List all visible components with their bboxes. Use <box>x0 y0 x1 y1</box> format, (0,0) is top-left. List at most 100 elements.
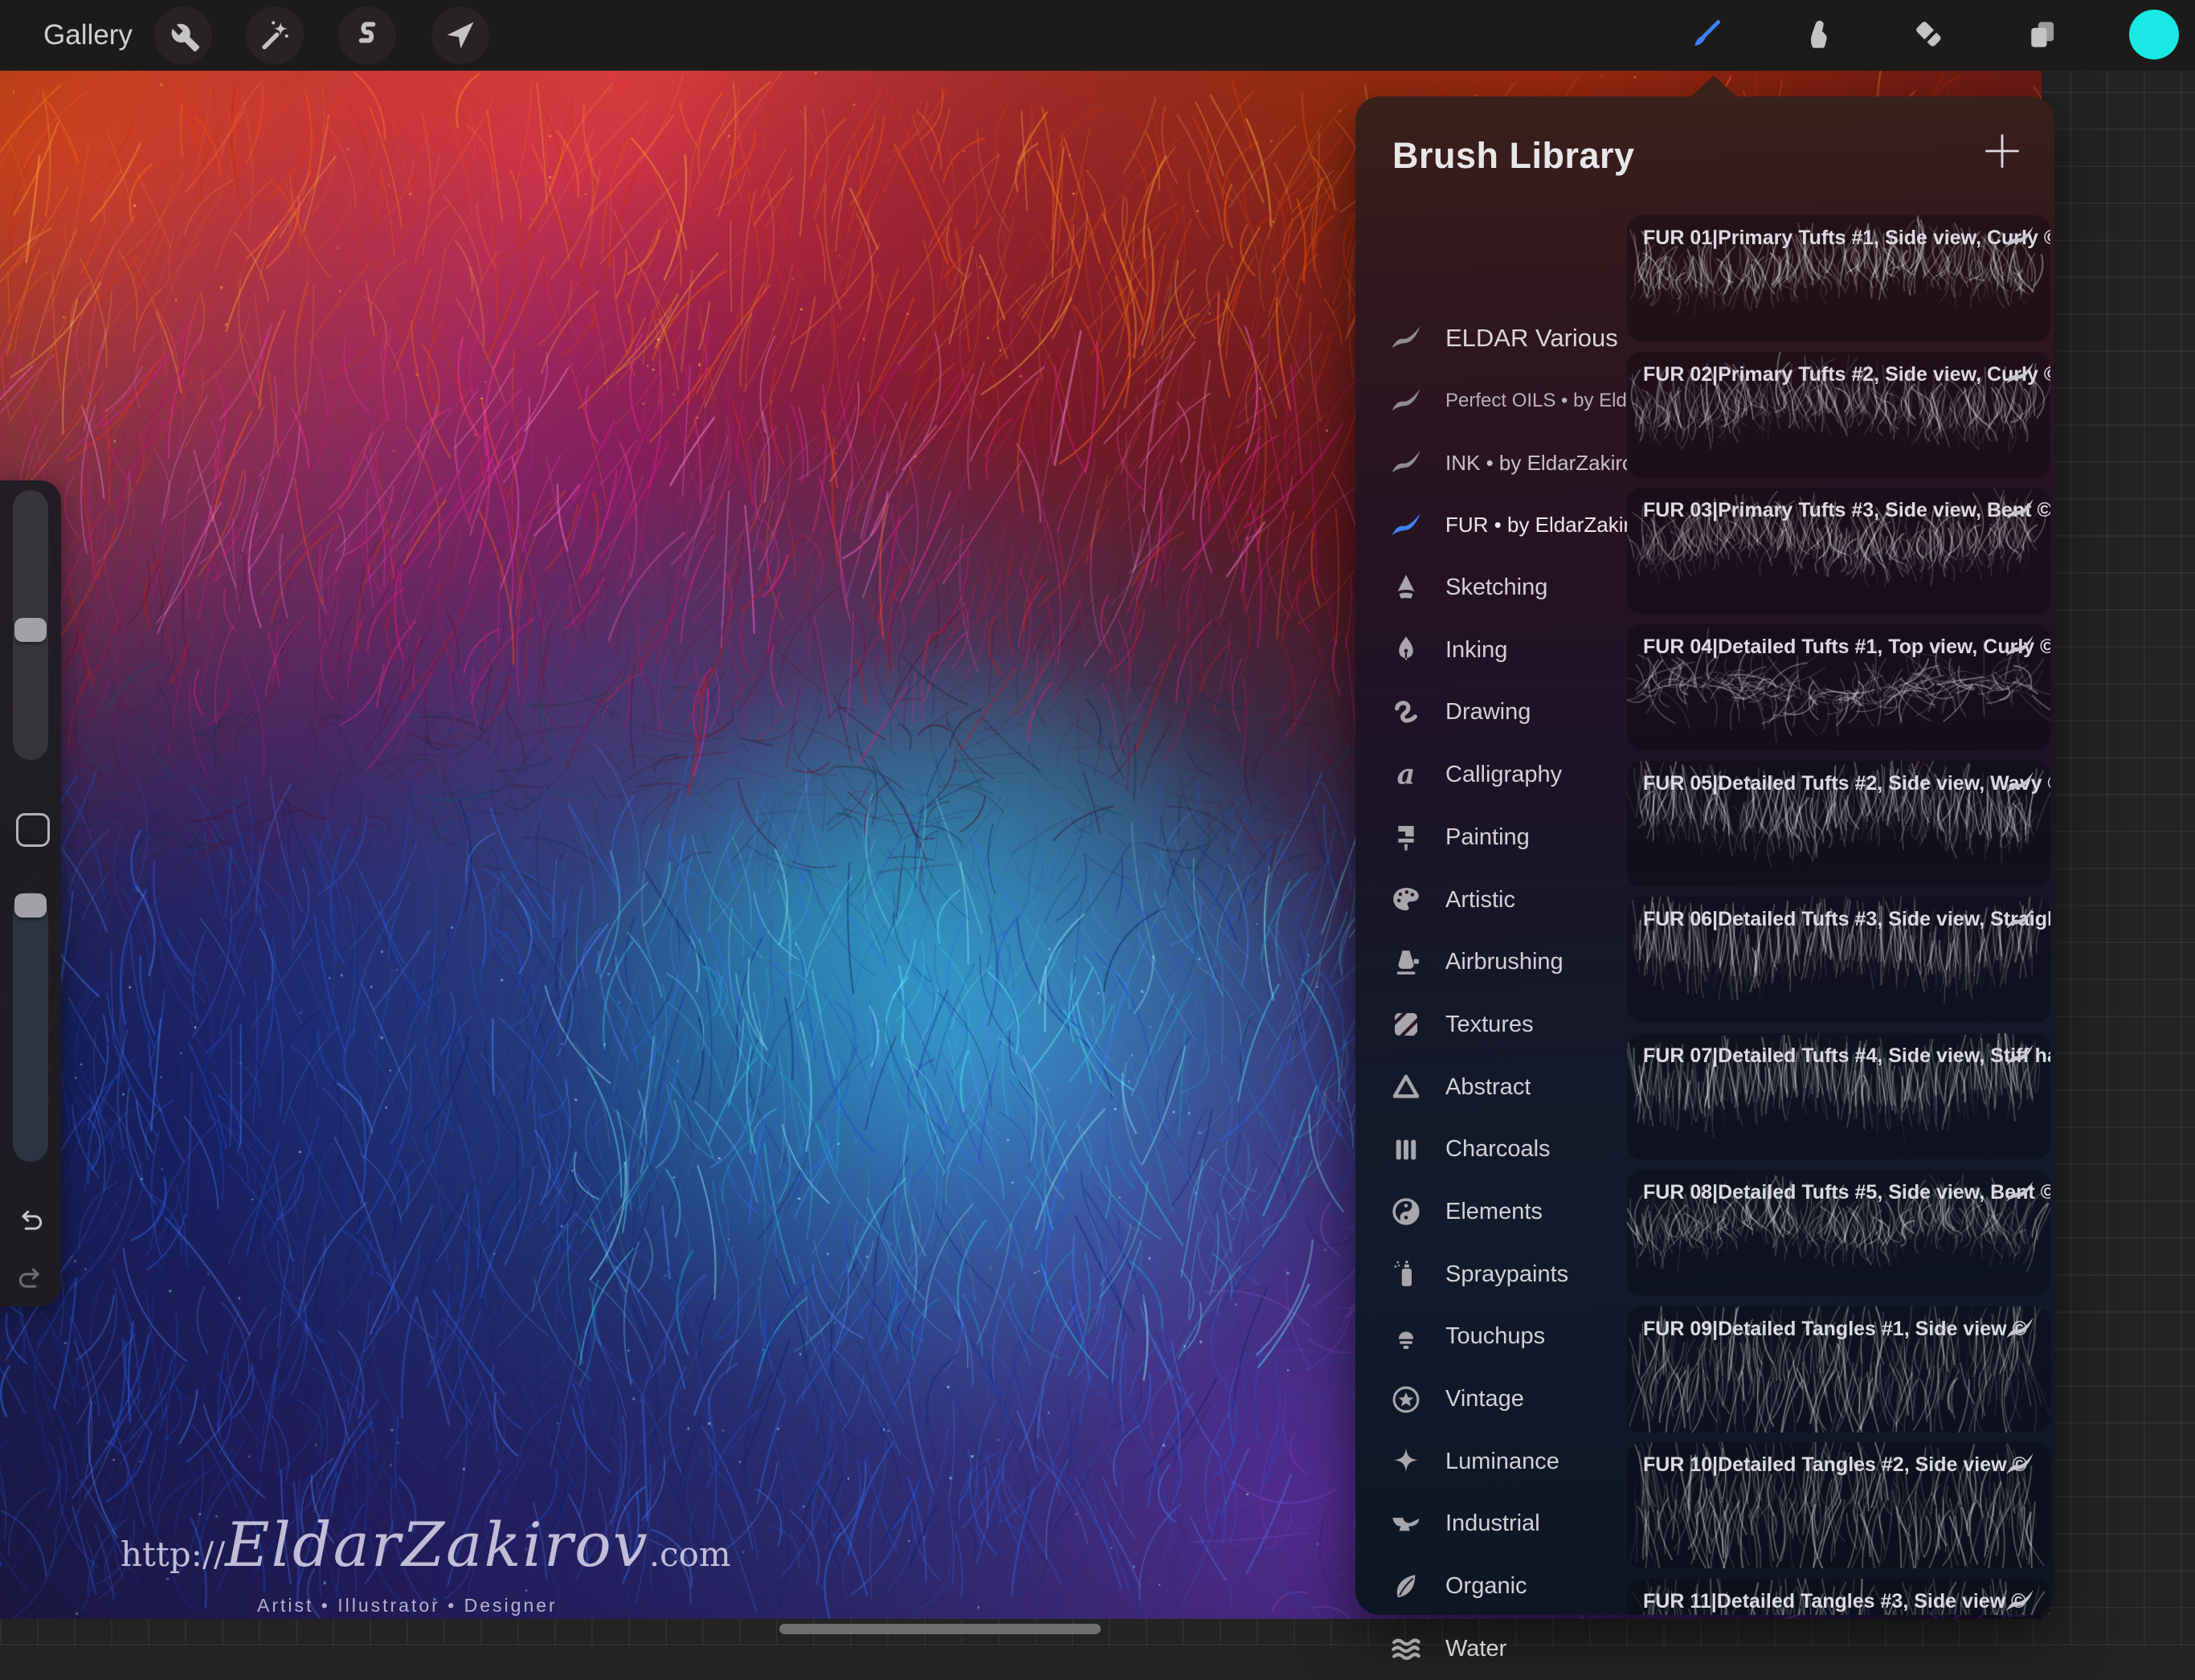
category-item-charcoals[interactable]: Charcoals <box>1376 1118 1627 1181</box>
brush-card-fur-11[interactable]: FUR 11|Detailed Tangles #3, Side view © <box>1627 1579 2050 1615</box>
brush-card-fur-03[interactable]: FUR 03|Primary Tufts #3, Side view, Bent… <box>1627 488 2050 614</box>
adjustments-button[interactable] <box>246 6 304 64</box>
category-label: Vintage <box>1445 1386 1524 1412</box>
category-label: Painting <box>1445 824 1530 851</box>
brush-size-handle[interactable] <box>14 618 47 642</box>
category-item-elements[interactable]: Elements <box>1376 1181 1627 1244</box>
category-label: Textures <box>1445 1012 1534 1038</box>
gallery-button[interactable]: Gallery <box>43 19 133 51</box>
paint-tool-button[interactable] <box>1678 6 1735 64</box>
brush-title: FUR 06|Detailed Tufts #3, Side view, Str… <box>1643 908 2050 931</box>
brush-stroke-icon <box>2001 767 2039 799</box>
brush-stroke-icon <box>2001 631 2039 663</box>
category-item-drawing[interactable]: Drawing <box>1376 681 1627 744</box>
vintage-star-icon <box>1388 1381 1425 1418</box>
brush-set-item-3[interactable]: INK • by EldarZakirov <box>1376 431 1627 494</box>
brush-card-fur-10[interactable]: FUR 10|Detailed Tangles #2, Side view © <box>1627 1442 2050 1568</box>
airbrush-icon <box>1388 944 1425 981</box>
brush-card-fur-08[interactable]: FUR 08|Detailed Tufts #5, Side view, Ben… <box>1627 1170 2050 1296</box>
brush-stroke-icon <box>2001 1176 2039 1208</box>
category-item-vintage[interactable]: Vintage <box>1376 1368 1627 1431</box>
brush-stroke-icon <box>2001 358 2039 390</box>
category-label: Touchups <box>1445 1323 1545 1350</box>
category-label: Inking <box>1445 637 1507 664</box>
actions-button[interactable] <box>154 6 212 64</box>
category-item-airbrushing[interactable]: Airbrushing <box>1376 931 1627 994</box>
watermark-tagline: Artist • Illustrator • Designer <box>257 1595 731 1617</box>
category-label: ELDAR Various <box>1445 324 1618 353</box>
undo-icon[interactable] <box>14 1204 47 1236</box>
color-swatch[interactable] <box>2129 10 2179 59</box>
brush-title: FUR 10|Detailed Tangles #2, Side view © <box>1643 1453 2027 1477</box>
brush-set-item-2[interactable]: Perfect OILS • by Eld... <box>1376 370 1627 432</box>
ink-nib-icon <box>1388 632 1425 668</box>
wrench-icon <box>166 18 201 53</box>
artist-watermark: http://EldarZakirov.com Artist • Illustr… <box>121 1509 731 1617</box>
brush-card-fur-01[interactable]: FUR 01|Primary Tufts #1, Side view, Curl… <box>1627 215 2050 341</box>
category-label: Organic <box>1445 1573 1527 1600</box>
horizontal-scrollbar[interactable] <box>779 1624 1101 1634</box>
brush-title: FUR 07|Detailed Tufts #4, Side view, Sti… <box>1643 1044 2050 1068</box>
panel-notch <box>1690 76 1738 98</box>
category-item-painting[interactable]: Painting <box>1376 807 1627 869</box>
brush-title: FUR 02|Primary Tufts #2, Side view, Curl… <box>1643 363 2050 386</box>
smudge-tool-button[interactable] <box>1789 6 1847 64</box>
brush-set-item-4[interactable]: FUR • by EldarZakirov <box>1376 494 1627 557</box>
brush-title: FUR 04|Detailed Tufts #1, Top view, Curl… <box>1643 636 2050 659</box>
top-toolbar: Gallery <box>0 0 2195 71</box>
brush-size-slider[interactable] <box>13 490 48 760</box>
category-item-industrial[interactable]: Industrial <box>1376 1493 1627 1555</box>
brush-stroke-icon <box>2001 222 2039 254</box>
brush-title: FUR 01|Primary Tufts #1, Side view, Curl… <box>1643 227 2050 250</box>
category-label: Calligraphy <box>1445 762 1562 788</box>
brush-card-fur-07[interactable]: FUR 07|Detailed Tufts #4, Side view, Sti… <box>1627 1033 2050 1159</box>
category-item-sketching[interactable]: Sketching <box>1376 557 1627 619</box>
eraser-icon <box>1911 17 1948 54</box>
brush-stroke-icon <box>1388 320 1425 357</box>
brush-stroke-icon <box>1388 444 1425 481</box>
brush-card-fur-02[interactable]: FUR 02|Primary Tufts #2, Side view, Curl… <box>1627 352 2050 478</box>
panel-title: Brush Library <box>1392 135 1635 177</box>
selection-button[interactable] <box>338 6 396 64</box>
brush-title: FUR 11|Detailed Tangles #3, Side view © <box>1643 1590 2026 1613</box>
anvil-icon <box>1388 1506 1425 1543</box>
category-label: INK • by EldarZakirov <box>1445 451 1627 476</box>
brush-card-fur-06[interactable]: FUR 06|Detailed Tufts #3, Side view, Str… <box>1627 897 2050 1023</box>
brush-title: FUR 08|Detailed Tufts #5, Side view, Ben… <box>1643 1181 2050 1204</box>
brush-card-fur-04[interactable]: FUR 04|Detailed Tufts #1, Top view, Curl… <box>1627 624 2050 750</box>
add-brush-set-button[interactable] <box>1978 127 2026 175</box>
category-item-artistic[interactable]: Artistic <box>1376 869 1627 931</box>
touchup-brush-icon <box>1388 1318 1425 1355</box>
category-item-organic[interactable]: Organic <box>1376 1555 1627 1618</box>
brush-card-fur-09[interactable]: FUR 09|Detailed Tangles #1, Side view © <box>1627 1306 2050 1433</box>
erase-tool-button[interactable] <box>1901 6 1959 64</box>
brush-card-fur-05[interactable]: FUR 05|Detailed Tufts #2, Side view, Wav… <box>1627 761 2050 887</box>
brush-set-item-1[interactable]: ELDAR Various <box>1376 307 1627 370</box>
transform-button[interactable] <box>431 6 489 64</box>
modify-button[interactable] <box>16 813 50 847</box>
category-item-inking[interactable]: Inking <box>1376 619 1627 681</box>
flat-brush-icon <box>1388 819 1425 856</box>
watermark-url-suffix: .com <box>649 1535 731 1574</box>
category-label: Artistic <box>1445 887 1515 914</box>
category-item-luminance[interactable]: Luminance <box>1376 1430 1627 1493</box>
category-item-textures[interactable]: Textures <box>1376 994 1627 1057</box>
layers-icon <box>2025 17 2062 54</box>
brush-opacity-slider[interactable] <box>13 892 48 1162</box>
category-item-spraypaints[interactable]: Spraypaints <box>1376 1243 1627 1306</box>
category-item-touchups[interactable]: Touchups <box>1376 1306 1627 1368</box>
brush-stroke-icon <box>2001 1040 2039 1072</box>
brush-title: FUR 05|Detailed Tufts #2, Side view, Wav… <box>1643 772 2050 795</box>
category-item-calligraphy[interactable]: a Calligraphy <box>1376 744 1627 807</box>
category-label: Industrial <box>1445 1510 1540 1537</box>
sparkle-icon <box>1388 1443 1425 1480</box>
category-item-water[interactable]: Water <box>1376 1617 1627 1680</box>
redo-icon[interactable] <box>14 1261 47 1294</box>
layers-tool-button[interactable] <box>2014 6 2072 64</box>
category-item-abstract[interactable]: Abstract <box>1376 1056 1627 1118</box>
category-label: Elements <box>1445 1199 1543 1225</box>
brush-opacity-handle[interactable] <box>14 893 47 918</box>
brush-stroke-icon <box>1388 507 1425 544</box>
category-label: Airbrushing <box>1445 949 1563 975</box>
category-label: Sketching <box>1445 574 1547 601</box>
